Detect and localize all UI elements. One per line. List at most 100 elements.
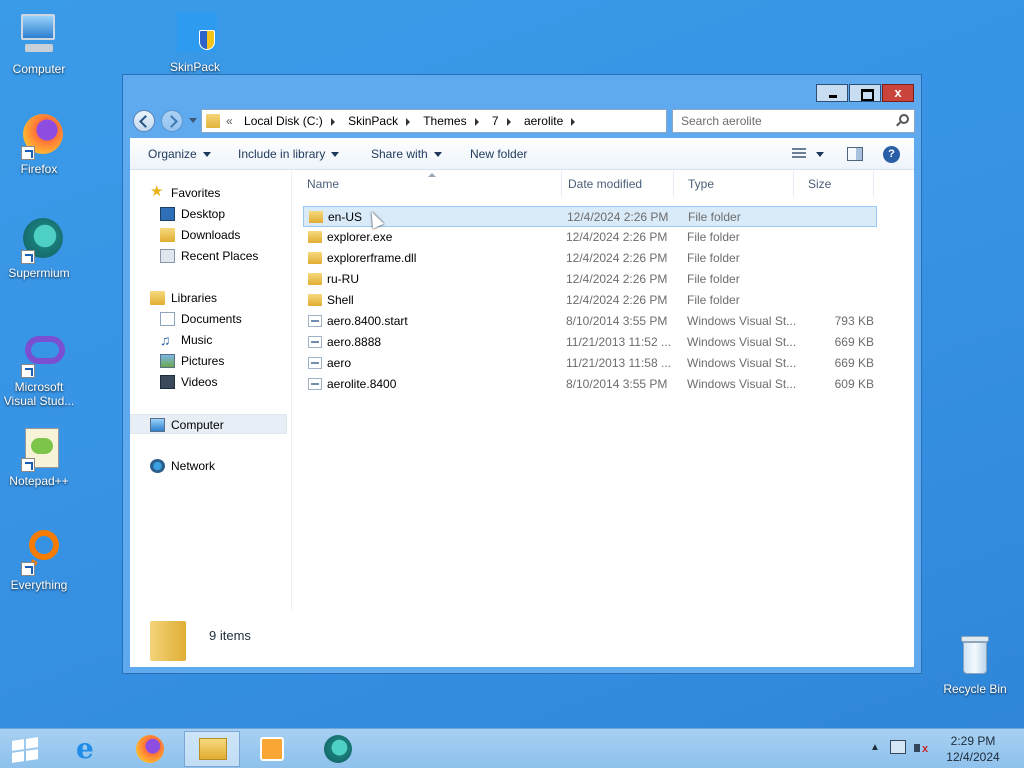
file-row-en-us[interactable]: en-US 12/4/2024 2:26 PM File folder (303, 206, 877, 227)
file-row-ru-ru[interactable]: ru-RU 12/4/2024 2:26 PM File folder (303, 269, 877, 290)
file-row-shell[interactable]: Shell 12/4/2024 2:26 PM File folder (303, 290, 877, 311)
file-type: Windows Visual St... (687, 314, 797, 328)
file-row-aerolite-8400[interactable]: aerolite.8400 8/10/2014 3:55 PM Windows … (303, 374, 877, 395)
breadcrumb-themes[interactable]: Themes (423, 114, 466, 128)
chevron-right-icon[interactable] (330, 117, 335, 126)
address-bar[interactable]: « Local Disk (C:) SkinPack Themes 7 aero… (201, 109, 728, 133)
breadcrumb-aerolite[interactable]: aerolite (524, 114, 563, 128)
forward-button[interactable] (161, 110, 183, 132)
file-name: Shell (327, 293, 354, 307)
network-tray-icon[interactable] (890, 740, 906, 754)
desktop-icon-label: Microsoft Visual Stud... (3, 380, 75, 408)
nav-label: Documents (181, 312, 242, 326)
everything-icon (15, 528, 63, 576)
recent-locations-dropdown[interactable] (189, 118, 197, 123)
include-in-library-label: Include in library (238, 147, 326, 161)
file-type: File folder (688, 210, 741, 224)
title-bar[interactable]: x (123, 75, 921, 105)
desktop-icon-everything[interactable]: Everything (0, 528, 78, 592)
column-size[interactable]: Size (794, 171, 874, 197)
theme-file-icon (308, 315, 322, 327)
breadcrumb-overflow[interactable]: « (226, 114, 233, 128)
change-view-button[interactable] (792, 148, 806, 158)
volume-muted-icon[interactable]: x (914, 740, 930, 756)
desktop-icon (160, 207, 175, 221)
file-row-aero-8400-start[interactable]: aero.8400.start 8/10/2014 3:55 PM Window… (303, 311, 877, 332)
view-options-dropdown[interactable] (816, 152, 824, 157)
chevron-right-icon[interactable] (474, 117, 479, 126)
column-type[interactable]: Type (674, 171, 794, 197)
desktop-icon-firefox[interactable]: Firefox (0, 112, 78, 176)
search-icon[interactable] (899, 114, 909, 124)
file-row-aero[interactable]: aero 11/21/2013 11:58 ... Windows Visual… (303, 353, 877, 374)
file-date: 12/4/2024 2:26 PM (566, 230, 668, 244)
minimize-button[interactable] (816, 84, 848, 102)
start-button[interactable] (0, 731, 56, 767)
help-button[interactable]: ? (883, 146, 900, 163)
new-folder-button[interactable]: New folder (470, 147, 527, 161)
star-icon: ★ (150, 183, 164, 200)
file-date: 11/21/2013 11:58 ... (566, 356, 671, 370)
file-date: 8/10/2014 3:55 PM (566, 377, 668, 391)
breadcrumb-7[interactable]: 7 (492, 114, 499, 128)
search-box[interactable]: Search aerolite (672, 109, 915, 133)
back-button[interactable] (133, 110, 155, 132)
include-in-library-button[interactable]: Include in library (238, 147, 340, 161)
file-type: Windows Visual St... (687, 356, 797, 370)
search-input[interactable]: Search aerolite (681, 114, 762, 128)
system-clock[interactable]: 2:29 PM 12/4/2024 (930, 733, 1016, 765)
organize-button[interactable]: Organize (148, 147, 211, 161)
file-size: 669 KB (834, 356, 874, 370)
show-hidden-icons-button[interactable]: ▲ (870, 742, 880, 753)
theme-file-icon (308, 378, 322, 390)
desktop-icon-label: Computer (12, 62, 66, 76)
explorer-window[interactable]: x « Local Disk (C:) SkinPack Themes 7 ae… (122, 74, 922, 674)
chevron-up-icon: ▲ (870, 742, 880, 753)
share-with-button[interactable]: Share with (371, 147, 442, 161)
breadcrumb-skinpack[interactable]: SkinPack (348, 114, 398, 128)
folder-icon (206, 114, 220, 128)
computer-icon (15, 12, 63, 60)
taskbar-internet-explorer[interactable]: e (62, 731, 118, 767)
desktop-icon-visual-studio[interactable]: Microsoft Visual Stud... (0, 330, 78, 408)
desktop-icon-skinpack[interactable]: SkinPack (156, 10, 234, 74)
file-row-aero-8888[interactable]: aero.8888 11/21/2013 11:52 ... Windows V… (303, 332, 877, 353)
folder-icon (308, 231, 322, 243)
file-row-explorer-exe[interactable]: explorer.exe 12/4/2024 2:26 PM File fold… (303, 227, 877, 248)
file-date: 12/4/2024 2:26 PM (566, 251, 668, 265)
file-date: 12/4/2024 2:26 PM (566, 272, 668, 286)
music-icon: ♫ (160, 332, 171, 348)
file-type: File folder (687, 272, 740, 286)
taskbar-supermium[interactable] (310, 731, 366, 767)
computer-icon (150, 418, 165, 432)
desktop-icon-recycle-bin[interactable]: Recycle Bin (936, 632, 1014, 696)
file-row-explorerframe-dll[interactable]: explorerframe.dll 12/4/2024 2:26 PM File… (303, 248, 877, 269)
file-date: 8/10/2014 3:55 PM (566, 314, 668, 328)
file-type: File folder (687, 230, 740, 244)
documents-icon (160, 312, 175, 326)
breadcrumb-local-disk[interactable]: Local Disk (C:) (244, 114, 323, 128)
chevron-right-icon[interactable] (406, 117, 411, 126)
column-label: Type (688, 177, 715, 191)
nav-label: Pictures (181, 354, 225, 368)
desktop-icon-notepadpp[interactable]: Notepad++ (0, 424, 78, 488)
desktop-icon-computer[interactable]: Computer (0, 12, 78, 76)
preview-pane-button[interactable] (847, 147, 863, 161)
chevron-right-icon[interactable] (571, 117, 576, 126)
chevron-down-icon (433, 152, 442, 158)
close-button[interactable]: x (882, 84, 914, 102)
chevron-right-icon[interactable] (506, 117, 511, 126)
taskbar-firefox[interactable] (122, 731, 178, 767)
maximize-button[interactable] (849, 84, 881, 102)
nav-computer[interactable]: Computer (130, 414, 287, 434)
taskbar-media-player[interactable] (244, 731, 300, 767)
nav-label: Computer (171, 418, 224, 432)
column-date-modified[interactable]: Date modified (554, 171, 674, 197)
desktop-icon-supermium[interactable]: Supermium (0, 216, 78, 280)
taskbar-file-explorer[interactable] (184, 731, 240, 767)
firefox-icon (15, 112, 63, 160)
new-folder-label: New folder (470, 147, 528, 161)
file-date: 12/4/2024 2:26 PM (567, 210, 669, 224)
file-name: aerolite.8400 (327, 377, 397, 391)
details-pane: 9 items (130, 611, 914, 667)
